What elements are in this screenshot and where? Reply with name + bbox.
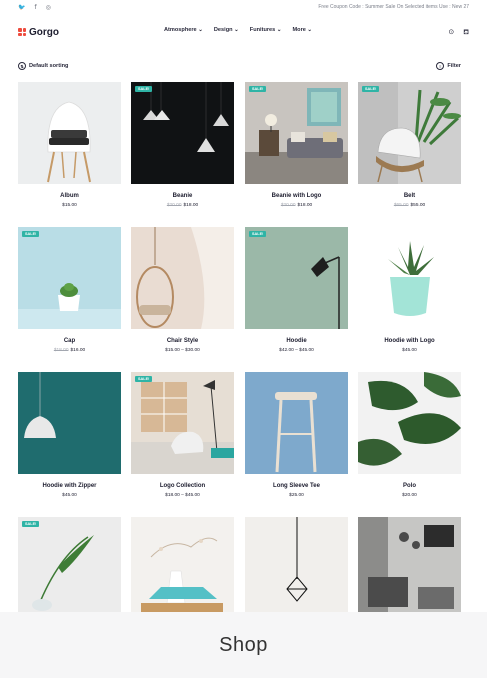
instagram-icon[interactable]: ◎ <box>46 4 51 11</box>
product-card[interactable]: SALE! Hoodie $42.00 – $45.00 <box>245 227 348 353</box>
logo-icon <box>18 28 26 36</box>
product-image[interactable] <box>131 227 234 329</box>
product-image[interactable] <box>358 227 461 329</box>
product-image[interactable] <box>245 517 348 619</box>
logo[interactable]: Gorgo <box>18 27 59 38</box>
product-image[interactable]: SALE! <box>18 517 121 619</box>
cart-icon[interactable]: ⛾ <box>463 28 469 37</box>
product-card[interactable]: Hoodie with Zipper $45.00 <box>18 372 121 498</box>
header-icons: ⊙ ⛾ <box>448 28 469 37</box>
product-card[interactable]: SALE! Logo Collection $18.00 – $45.00 <box>131 372 234 498</box>
product-image[interactable] <box>245 372 348 474</box>
sort-label: Default sorting <box>29 63 69 69</box>
product-image[interactable]: SALE! <box>245 82 348 184</box>
main-nav: Atmosphere ⌄ Design ⌄ Funitures ⌄ More ⌄ <box>164 27 312 33</box>
product-card[interactable]: SALE! <box>18 517 121 619</box>
sale-badge: SALE! <box>362 86 380 92</box>
nav-item-design[interactable]: Design ⌄ <box>214 27 239 33</box>
top-bar: 🐦 f ◎ Free Coupon Code : Summer Sale On … <box>0 0 487 14</box>
product-image[interactable] <box>358 372 461 474</box>
product-name[interactable]: Belt <box>358 193 461 199</box>
product-name[interactable]: Beanie with Logo <box>245 193 348 199</box>
account-icon[interactable]: ⊙ <box>448 28 454 37</box>
filter-button[interactable]: ≡ Filter <box>436 62 461 70</box>
product-price: $45.00 <box>402 348 417 353</box>
product-card[interactable]: Album $15.00 <box>18 82 121 208</box>
product-name[interactable]: Hoodie with Logo <box>358 338 461 344</box>
product-price: $65.00 $55.00 <box>393 203 426 208</box>
product-price: $20.00 $18.00 <box>166 203 199 208</box>
filter-label: Filter <box>447 63 461 69</box>
product-card[interactable]: Hoodie with Logo $45.00 <box>358 227 461 353</box>
product-card[interactable] <box>131 517 234 619</box>
product-name[interactable]: Album <box>18 193 121 199</box>
sale-badge: SALE! <box>135 86 153 92</box>
product-name[interactable]: Logo Collection <box>131 483 234 489</box>
product-image[interactable] <box>18 372 121 474</box>
product-name[interactable]: Beanie <box>131 193 234 199</box>
facebook-icon[interactable]: f <box>34 4 36 11</box>
product-card[interactable]: Chair Style $15.00 – $30.00 <box>131 227 234 353</box>
logo-text: Gorgo <box>29 26 59 38</box>
product-card[interactable]: SALE! Beanie $20.00 $18.00 <box>131 82 234 208</box>
product-name[interactable]: Cap <box>18 338 121 344</box>
product-name[interactable]: Hoodie with Zipper <box>18 483 121 489</box>
product-image[interactable] <box>18 82 121 184</box>
product-card[interactable]: SALE! Belt $65.00 $55.00 <box>358 82 461 208</box>
product-price: $45.00 <box>62 493 77 498</box>
product-image[interactable]: SALE! <box>131 82 234 184</box>
sale-badge: SALE! <box>249 231 267 237</box>
shop-toolbar: ⇅ Default sorting ≡ Filter <box>18 60 461 72</box>
product-card[interactable] <box>245 517 348 619</box>
nav-item-atmosphere[interactable]: Atmosphere ⌄ <box>164 27 203 33</box>
sale-badge: SALE! <box>135 376 153 382</box>
sale-badge: SALE! <box>22 521 40 527</box>
sort-dropdown[interactable]: ⇅ Default sorting <box>18 62 68 70</box>
product-image[interactable]: SALE! <box>358 82 461 184</box>
caption-band: Shop <box>0 612 487 678</box>
site-header: Gorgo Atmosphere ⌄ Design ⌄ Funitures ⌄ … <box>0 20 487 44</box>
social-links: 🐦 f ◎ <box>18 4 51 11</box>
product-card[interactable] <box>358 517 461 619</box>
product-name[interactable]: Polo <box>358 483 461 489</box>
nav-item-funitures[interactable]: Funitures ⌄ <box>250 27 282 33</box>
product-price: $42.00 – $45.00 <box>279 348 314 353</box>
product-price: $15.00 – $30.00 <box>165 348 200 353</box>
product-name[interactable]: Chair Style <box>131 338 234 344</box>
product-card[interactable]: SALE! Beanie with Logo $20.00 $18.00 <box>245 82 348 208</box>
nav-item-more[interactable]: More ⌄ <box>293 27 313 33</box>
product-price: $20.00 <box>402 493 417 498</box>
product-image[interactable] <box>131 517 234 619</box>
product-image[interactable]: SALE! <box>131 372 234 474</box>
sale-badge: SALE! <box>22 231 40 237</box>
product-name[interactable]: Long Sleeve Tee <box>245 483 348 489</box>
product-price: $15.00 <box>62 203 77 208</box>
product-image[interactable]: SALE! <box>18 227 121 329</box>
product-price: $20.00 $18.00 <box>280 203 313 208</box>
product-price: $18.00 – $45.00 <box>165 493 200 498</box>
product-price: $18.00 $16.00 <box>53 348 86 353</box>
product-card[interactable]: SALE! Cap $18.00 $16.00 <box>18 227 121 353</box>
product-image[interactable]: SALE! <box>245 227 348 329</box>
product-name[interactable]: Hoodie <box>245 338 348 344</box>
promo-text: Free Coupon Code : Summer Sale On Select… <box>318 4 469 10</box>
product-card[interactable]: Polo $20.00 <box>358 372 461 498</box>
filter-icon: ≡ <box>436 62 445 70</box>
sort-icon: ⇅ <box>18 62 26 70</box>
product-price: $25.00 <box>289 493 304 498</box>
caption-text: Shop <box>219 633 268 656</box>
product-image[interactable] <box>358 517 461 619</box>
sale-badge: SALE! <box>249 86 267 92</box>
product-card[interactable]: Long Sleeve Tee $25.00 <box>245 372 348 498</box>
twitter-icon[interactable]: 🐦 <box>18 4 25 11</box>
